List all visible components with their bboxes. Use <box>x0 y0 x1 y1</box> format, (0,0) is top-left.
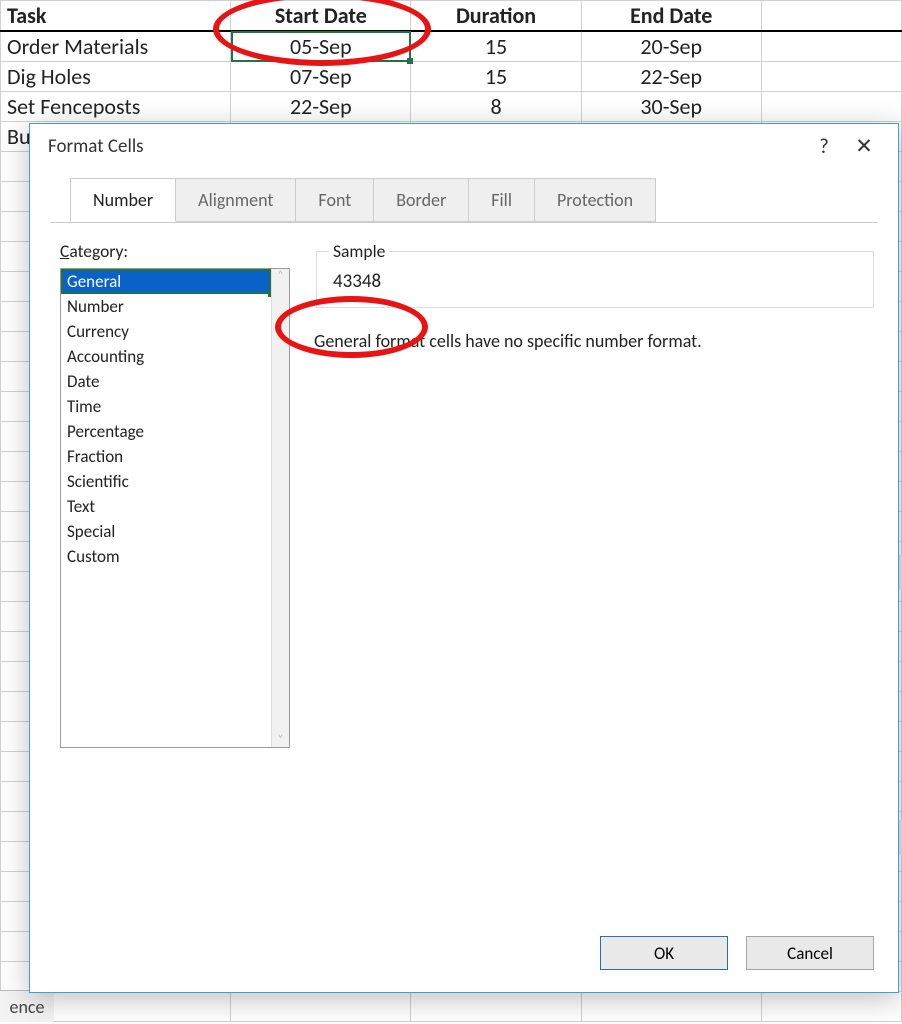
close-icon[interactable]: ✕ <box>844 133 884 159</box>
col-duration: Duration <box>411 1 581 32</box>
category-item-general[interactable]: General <box>61 269 271 294</box>
tab-fill[interactable]: Fill <box>468 178 535 222</box>
help-button[interactable]: ? <box>804 133 844 159</box>
cell-duration[interactable]: 15 <box>411 31 581 62</box>
category-item-accounting[interactable]: Accounting <box>61 344 271 369</box>
category-item-number[interactable]: Number <box>61 294 271 319</box>
cell-task[interactable]: Order Materials <box>1 31 231 62</box>
tab-number[interactable]: Number <box>70 178 176 222</box>
format-cells-dialog: Format Cells ? ✕ Number Alignment Font B… <box>29 123 899 993</box>
category-item-fraction[interactable]: Fraction <box>61 444 271 469</box>
category-item-time[interactable]: Time <box>61 394 271 419</box>
cancel-button[interactable]: Cancel <box>746 936 874 970</box>
scroll-down-icon[interactable]: ˅ <box>272 733 289 747</box>
listbox-scrollbar[interactable]: ˄ ˅ <box>271 269 289 747</box>
category-label: Category: <box>60 240 290 262</box>
sample-label: Sample <box>329 240 389 262</box>
table-row[interactable]: Dig Holes 07-Sep 15 22-Sep <box>1 62 902 92</box>
category-item-percentage[interactable]: Percentage <box>61 419 271 444</box>
format-description: General format cells have no specific nu… <box>314 330 876 352</box>
dialog-footer: OK Cancel <box>30 918 898 992</box>
category-item-special[interactable]: Special <box>61 519 271 544</box>
tab-font[interactable]: Font <box>295 178 374 222</box>
col-end: End Date <box>581 1 761 32</box>
scroll-up-icon[interactable]: ˄ <box>272 269 289 283</box>
category-item-text[interactable]: Text <box>61 494 271 519</box>
sheet-tab[interactable]: ence <box>0 990 54 1022</box>
dialog-tabs: Number Alignment Font Border Fill Protec… <box>50 178 878 222</box>
category-item-currency[interactable]: Currency <box>61 319 271 344</box>
dialog-titlebar: Format Cells ? ✕ <box>30 124 898 168</box>
sample-group: Sample 43348 <box>316 240 874 308</box>
dialog-title: Format Cells <box>48 135 144 158</box>
tab-alignment[interactable]: Alignment <box>175 178 296 222</box>
cell-end[interactable]: 20-Sep <box>581 31 761 62</box>
ok-button[interactable]: OK <box>600 936 728 970</box>
category-item-scientific[interactable]: Scientific <box>61 469 271 494</box>
category-item-custom[interactable]: Custom <box>61 544 271 569</box>
tab-border[interactable]: Border <box>373 178 469 222</box>
tab-protection[interactable]: Protection <box>534 178 656 222</box>
col-task: Task <box>1 1 231 32</box>
col-start: Start Date <box>231 1 411 32</box>
category-item-date[interactable]: Date <box>61 369 271 394</box>
table-row[interactable]: Order Materials 05-Sep 15 20-Sep <box>1 31 902 62</box>
table-header-row: Task Start Date Duration End Date <box>1 1 902 32</box>
category-listbox[interactable]: General Number Currency Accounting Date … <box>60 268 290 748</box>
sample-value: 43348 <box>329 264 861 295</box>
table-row[interactable]: Set Fenceposts 22-Sep 8 30-Sep <box>1 92 902 122</box>
cell-start-selected[interactable]: 05-Sep <box>231 31 411 62</box>
